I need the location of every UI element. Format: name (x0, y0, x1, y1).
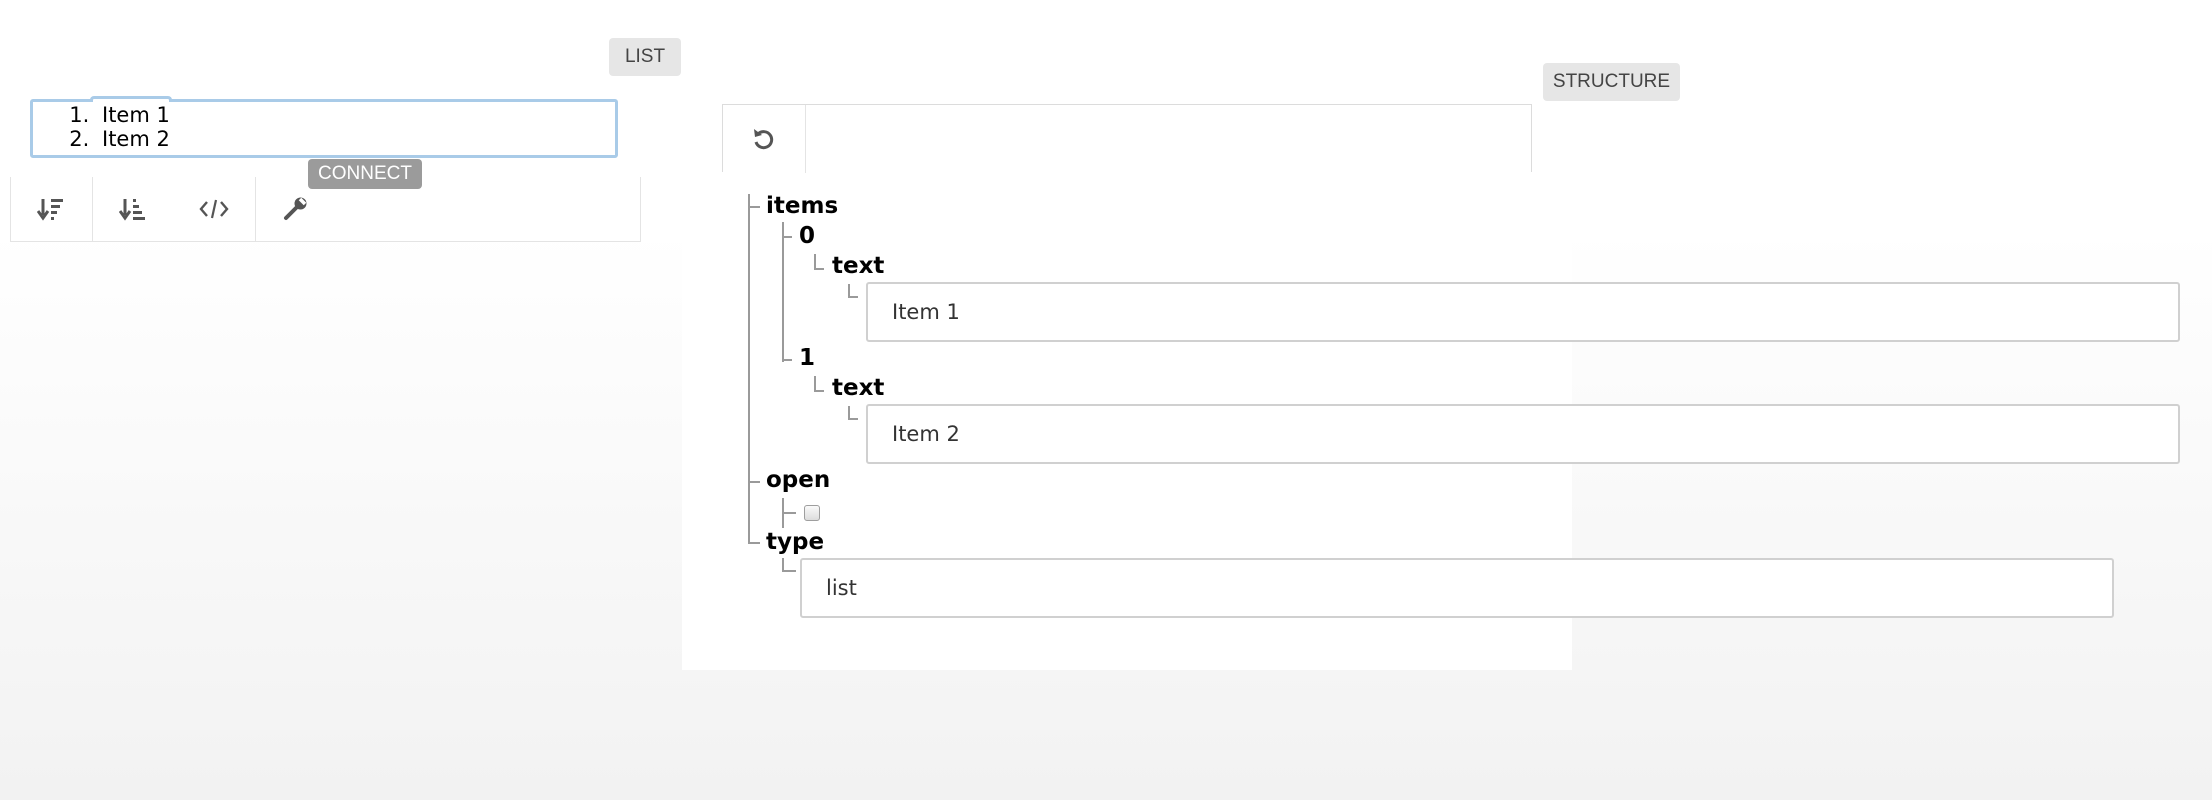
sort-descending-icon (37, 199, 63, 221)
tree-line (782, 236, 792, 238)
code-icon (199, 199, 229, 219)
wrench-icon (284, 197, 307, 220)
tree-line (782, 359, 792, 361)
tree-line (782, 222, 784, 362)
tree-line (748, 206, 760, 208)
open-checkbox[interactable] (804, 505, 820, 521)
tree-key-type: type (766, 529, 825, 555)
tree-line (848, 296, 858, 298)
tree-key-open: open (766, 467, 831, 493)
list-tab-label: LIST (624, 46, 666, 67)
tree-line (848, 418, 858, 420)
tree-line (748, 542, 760, 544)
type-field[interactable] (800, 558, 2114, 618)
sort-ascending-icon (119, 199, 145, 221)
tree-line (782, 512, 796, 514)
list-editor-notch (90, 96, 172, 102)
source-code-button[interactable] (174, 177, 254, 241)
tree-line (748, 481, 760, 483)
tree-line (782, 570, 796, 572)
sort-ascending-button[interactable] (93, 177, 173, 241)
item-1-text-field[interactable] (866, 282, 2180, 342)
sort-descending-button[interactable] (11, 177, 91, 241)
list-tab-button[interactable]: LIST (609, 38, 681, 76)
tree-key-text: text (832, 253, 885, 279)
tree-key-items: items (766, 193, 839, 219)
structure-tab-button[interactable]: STRUCTURE (1543, 63, 1680, 101)
item-2-text-field[interactable] (866, 404, 2180, 464)
tree-key-item-1: 1 (799, 345, 816, 371)
connect-badge[interactable]: CONNECT (308, 159, 422, 189)
toolbar-divider (805, 105, 806, 173)
ordered-list[interactable]: Item 1 Item 2 (38, 103, 170, 151)
tree-key-item-0: 0 (799, 223, 816, 249)
structure-tab-label: STRUCTURE (1552, 71, 1671, 92)
connect-label: CONNECT (318, 163, 412, 184)
tree-line (814, 268, 824, 270)
undo-icon (754, 129, 774, 150)
tree-key-text: text (832, 375, 885, 401)
undo-button[interactable] (723, 105, 805, 173)
list-item[interactable]: Item 1 (96, 103, 170, 127)
list-item[interactable]: Item 2 (96, 127, 170, 151)
structure-toolbar (722, 104, 1532, 173)
tree-line (814, 390, 824, 392)
tree-line (748, 194, 750, 544)
